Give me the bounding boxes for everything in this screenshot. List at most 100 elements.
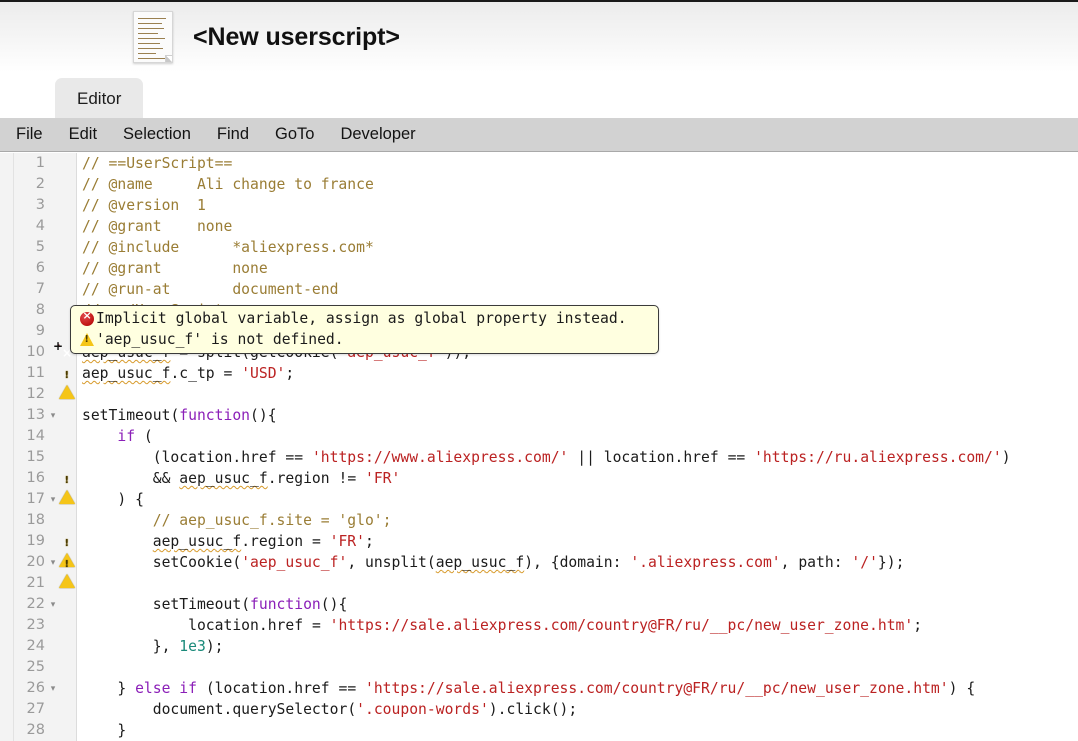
code-line[interactable]: 6 // @grant none [0,258,1078,279]
code-line[interactable]: 27 document.querySelector('.coupon-words… [0,699,1078,720]
tooltip-line-warning: 'aep_usuc_f' is not defined. [77,329,652,350]
line-number: 21 [26,575,45,591]
code-line-text: setCookie('aep_usuc_f', unsplit(aep_usuc… [152,554,905,571]
code-line-text: aep_usuc_f.region = 'FR'; [152,533,374,550]
menu-item-file[interactable]: File [16,125,43,144]
tooltip-line-error: Implicit global variable, assign as glob… [77,308,652,329]
userscript-editor-window: <New userscript> Editor File Edit Select… [0,0,1078,741]
code-line-text: aep_usuc_f.c_tp = 'USD'; [82,365,295,382]
code-line[interactable]: 1 // ==UserScript== [0,153,1078,174]
code-line[interactable]: 25 [0,657,1078,678]
code-line[interactable]: 18 // aep_usuc_f.site = 'glo'; [0,510,1078,531]
tab-strip: Editor [0,72,1078,120]
code-line-text: // aep_usuc_f.site = 'glo'; [82,512,392,529]
line-number: 13 [26,407,45,423]
code-line-text: // ==UserScript== [82,155,233,172]
error-icon [77,309,96,326]
code-editor[interactable]: 1 // ==UserScript== 2 // @name Ali change t… [0,153,1078,741]
code-line[interactable]: 26 ▾ } else if (location.href == 'https:/… [0,678,1078,699]
tooltip-warning-text: 'aep_usuc_f' is not defined. [96,331,344,348]
line-number: 27 [26,701,45,717]
line-number: 24 [26,638,45,654]
menu-item-developer[interactable]: Developer [340,125,415,144]
code-line[interactable]: 11 aep_usuc_f.c_tp = 'USD'; [0,363,1078,399]
code-line[interactable]: 21 [0,573,1078,594]
code-line-text: if ( [117,428,153,445]
menu-item-find[interactable]: Find [217,125,249,144]
code-line-text: }, 1e3); [152,638,224,655]
line-number: 28 [26,722,45,738]
gutter-warning-icon[interactable] [59,555,75,588]
script-document-thumbnail-icon [133,11,173,63]
menu-item-selection[interactable]: Selection [123,125,191,144]
line-number: 1 [35,155,45,171]
code-line-text: // @grant none [82,218,233,235]
gutter-warning-icon[interactable] [59,534,75,567]
code-line[interactable]: 3 // @version 1 [0,195,1078,216]
line-number: 6 [35,260,45,276]
line-number: 19 [26,533,45,549]
code-line[interactable]: 14 if ( [0,426,1078,447]
line-number: 15 [26,449,45,465]
code-line-text: (location.href == 'https://www.aliexpres… [152,449,1011,466]
line-number: 8 [35,302,45,318]
menu-item-goto[interactable]: GoTo [275,125,314,144]
code-line-text: ) { [117,491,144,508]
code-line[interactable]: 12 [0,384,1078,405]
code-line-text: // @name Ali change to france [82,176,374,193]
app-header: <New userscript> [0,2,1078,72]
code-line[interactable]: 19 aep_usuc_f.region = 'FR'; [0,531,1078,567]
diagnostic-tooltip: Implicit global variable, assign as glob… [70,305,659,354]
line-number: 12 [26,386,45,402]
code-line-text: setTimeout(function(){ [152,596,348,613]
code-line[interactable]: 2 // @name Ali change to france [0,174,1078,195]
code-line[interactable]: 20▾ setCookie('aep_usuc_f', unsplit(aep_… [0,552,1078,588]
code-line[interactable]: 22 ▾ setTimeout(function(){ [0,594,1078,615]
line-number: 17 [26,491,45,507]
code-line[interactable]: 24 }, 1e3); [0,636,1078,657]
line-number: 10 [26,344,45,360]
code-line[interactable]: 16 && aep_usuc_f.region != 'FR' [0,468,1078,504]
line-number: 7 [35,281,45,297]
menu-item-edit[interactable]: Edit [69,125,97,144]
fold-chevron-down-icon[interactable]: ▾ [48,594,58,615]
fold-chevron-down-icon[interactable]: ▾ [48,405,58,426]
code-line-text: // @grant none [82,260,268,277]
code-line[interactable]: 4 // @grant none [0,216,1078,237]
code-line[interactable]: 5 // @include *aliexpress.com* [0,237,1078,258]
line-number: 20 [26,554,45,570]
code-line-text: setTimeout(function(){ [82,407,277,424]
line-number: 2 [35,176,45,192]
line-number: 22 [26,596,45,612]
line-number: 25 [26,659,45,675]
code-line-text: && aep_usuc_f.region != 'FR' [152,470,401,487]
code-line[interactable]: 28 } [0,720,1078,741]
code-line[interactable]: 17 ▾ ) { [0,489,1078,510]
fold-chevron-down-icon[interactable]: ▾ [48,489,58,510]
code-line[interactable]: 13 ▾ setTimeout(function(){ [0,405,1078,426]
line-number: 4 [35,218,45,234]
gutter-warning-icon[interactable] [59,366,75,399]
tab-editor-label: Editor [77,89,122,108]
menu-bar: File Edit Selection Find GoTo Developer [0,118,1078,152]
code-line[interactable]: 7 // @run-at document-end [0,279,1078,300]
line-number: 5 [35,239,45,255]
code-line-text: // @run-at document-end [82,281,339,298]
fold-chevron-down-icon[interactable]: ▾ [48,552,58,573]
code-line[interactable]: 15 (location.href == 'https://www.aliexp… [0,447,1078,468]
fold-chevron-down-icon[interactable]: ▾ [48,678,58,699]
line-number: 23 [26,617,45,633]
line-number: 14 [26,428,45,444]
code-line-text: location.href = 'https://sale.aliexpress… [188,617,923,634]
line-number: 11 [26,365,45,381]
line-number: 26 [26,680,45,696]
tab-editor[interactable]: Editor [55,78,144,120]
code-line[interactable]: 23 location.href = 'https://sale.aliexpr… [0,615,1078,636]
tooltip-error-text: Implicit global variable, assign as glob… [96,310,627,327]
page-title: <New userscript> [193,22,400,51]
code-content[interactable]: 1 // ==UserScript== 2 // @name Ali change t… [0,153,1078,741]
line-number: 3 [35,197,45,213]
warning-icon [77,333,96,346]
code-line-text: // @include *aliexpress.com* [82,239,374,256]
gutter-warning-icon[interactable] [59,471,75,504]
